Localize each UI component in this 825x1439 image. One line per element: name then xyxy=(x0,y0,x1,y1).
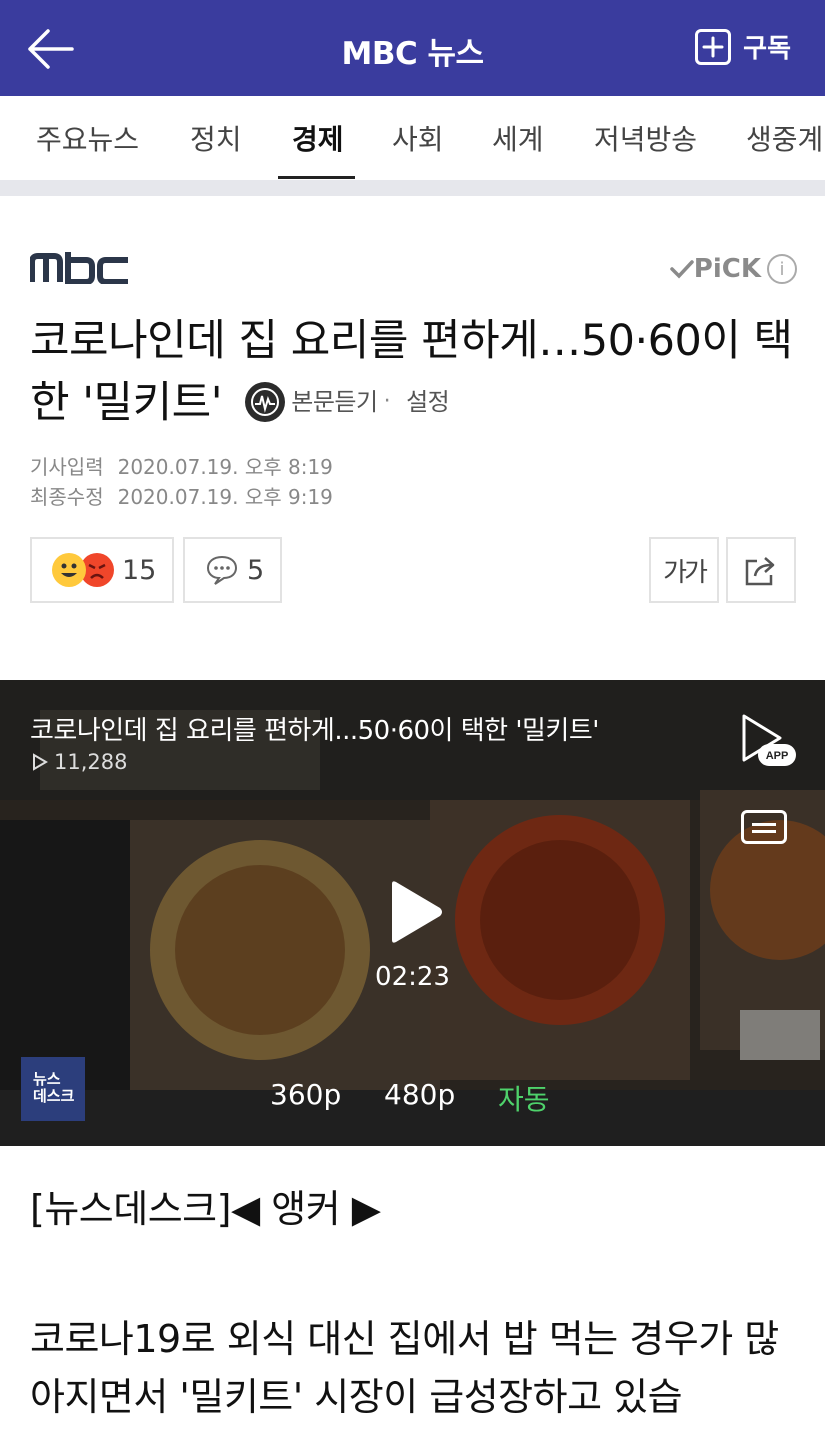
font-size-label: 가가 xyxy=(663,557,708,588)
input-date-label: 기사입력 xyxy=(30,455,104,479)
separator-dot: · xyxy=(383,388,391,414)
play-icon xyxy=(392,881,442,943)
modified-date-value: 2020.07.19. 오후 9:19 xyxy=(117,485,333,509)
article-paragraph: 코로나19로 외식 대신 집에서 밥 먹는 경우가 많아지면서 '밀키트' 시장… xyxy=(30,1317,779,1419)
emotion-reaction-button[interactable]: 15 xyxy=(30,537,174,603)
play-button[interactable] xyxy=(388,880,444,944)
play-small-icon xyxy=(33,753,48,771)
active-tab-indicator xyxy=(278,176,355,179)
comment-icon xyxy=(206,555,238,585)
plus-icon xyxy=(695,28,732,65)
tab-evening-broadcast[interactable]: 저녁방송 xyxy=(594,118,697,158)
tab-economy[interactable]: 경제 xyxy=(292,118,344,158)
play-app-icon: APP xyxy=(742,714,796,766)
check-icon xyxy=(670,260,694,279)
open-app-button[interactable]: APP xyxy=(740,712,800,772)
smile-emoji-icon xyxy=(52,553,86,587)
app-badge-text: APP xyxy=(766,750,789,762)
article-headline: 코로나인데 집 요리를 편하게…50·60이 택한 '밀키트' 본문듣기 · 설… xyxy=(30,310,800,437)
video-title: 코로나인데 집 요리를 편하게...50·60이 택한 '밀키트' xyxy=(30,716,599,746)
divider xyxy=(0,180,825,196)
pick-label: PiCK xyxy=(693,254,761,284)
info-icon: i xyxy=(767,254,797,284)
listen-controls: 본문듣기 · 설정 xyxy=(245,371,450,433)
view-count-value: 11,288 xyxy=(54,750,128,774)
share-button[interactable] xyxy=(726,537,796,603)
input-date-value: 2020.07.19. 오후 8:19 xyxy=(117,455,333,479)
subscribe-button[interactable]: 구독 xyxy=(695,28,791,65)
newsdesk-logo-line1: 뉴스 xyxy=(33,1070,61,1088)
comment-button[interactable]: 5 xyxy=(183,537,282,603)
view-count: 11,288 xyxy=(32,750,127,774)
subtitles-button[interactable] xyxy=(741,810,787,844)
comment-count: 5 xyxy=(247,554,265,586)
pick-badge[interactable]: PiCK i xyxy=(670,254,797,284)
top-app-bar: MBC 뉴스 구독 xyxy=(0,0,825,96)
tab-main-news[interactable]: 주요뉴스 xyxy=(36,118,139,158)
modified-date-label: 최종수정 xyxy=(30,485,104,509)
category-tabs: 주요뉴스 정치 경제 사회 세계 저녁방송 생중계 xyxy=(0,96,825,180)
subtitle-line xyxy=(752,830,776,833)
tab-society[interactable]: 사회 xyxy=(392,118,444,158)
newsdesk-logo: 뉴스 데스크 xyxy=(21,1057,85,1121)
subscribe-label: 구독 xyxy=(743,34,791,64)
tab-world[interactable]: 세계 xyxy=(492,118,544,158)
emotion-count: 15 xyxy=(122,554,157,586)
modified-date-row: 최종수정 2020.07.19. 오후 9:19 xyxy=(30,482,333,512)
quality-480p[interactable]: 480p xyxy=(384,1078,455,1111)
video-duration: 02:23 xyxy=(375,962,450,992)
mbc-logo xyxy=(29,252,130,288)
quality-auto[interactable]: 자동 xyxy=(498,1078,550,1118)
listen-button[interactable]: 본문듣기 xyxy=(291,371,378,433)
font-size-button[interactable]: 가가 xyxy=(649,537,719,603)
article-dates: 기사입력 2020.07.19. 오후 8:19 최종수정 2020.07.19. … xyxy=(30,452,333,512)
anchor-label: [뉴스데스크]◀ 앵커 ▶ xyxy=(30,1187,381,1231)
quality-360p[interactable]: 360p xyxy=(270,1078,341,1111)
tab-politics[interactable]: 정치 xyxy=(190,118,242,158)
subtitle-line xyxy=(752,823,776,826)
input-date-row: 기사입력 2020.07.19. 오후 8:19 xyxy=(30,452,333,482)
share-icon xyxy=(745,557,775,586)
newsdesk-logo-line2: 데스크 xyxy=(33,1087,75,1105)
tab-live[interactable]: 생중계 xyxy=(746,118,823,158)
speaker-icon[interactable] xyxy=(245,381,286,422)
settings-button[interactable]: 설정 xyxy=(406,371,450,433)
